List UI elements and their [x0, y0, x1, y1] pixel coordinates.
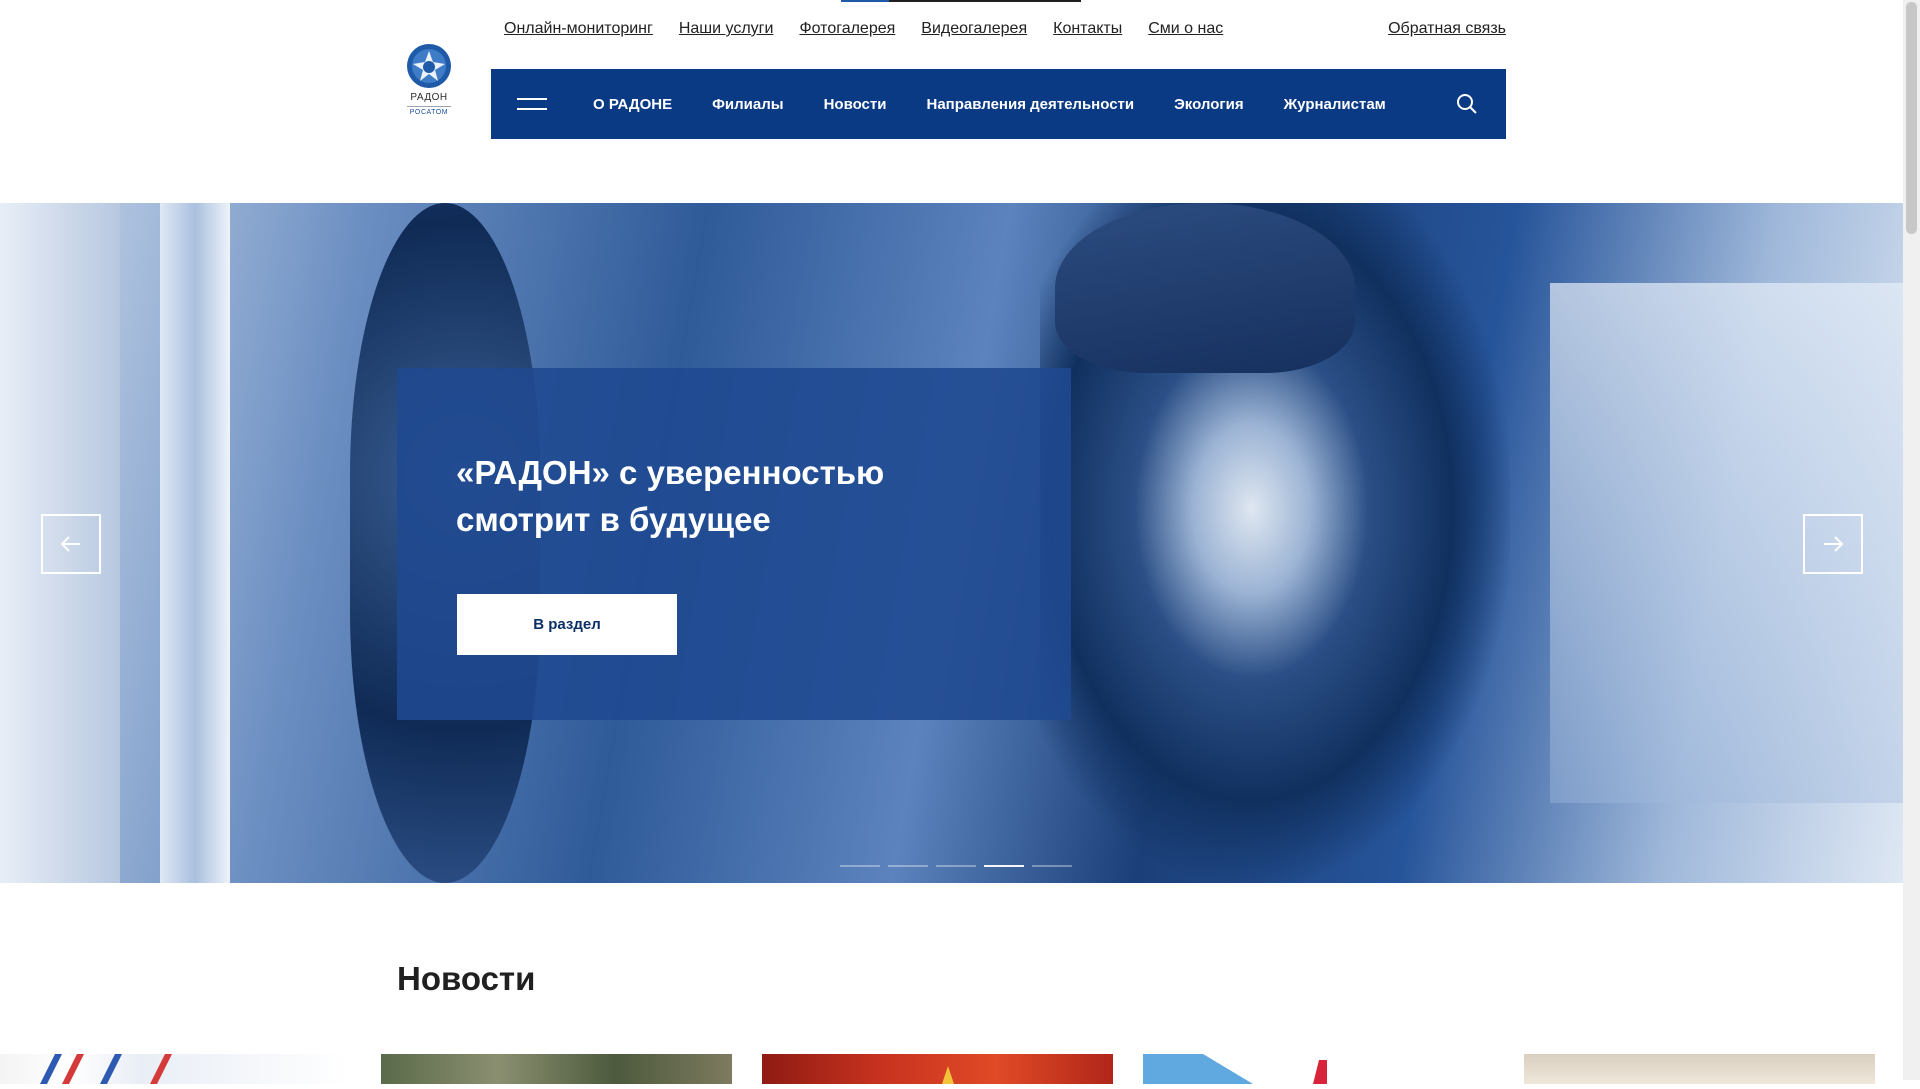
hero-image-cap — [1055, 203, 1355, 373]
slider-dot-5[interactable] — [1032, 865, 1072, 867]
logo-divider — [407, 106, 451, 107]
link-video-gallery[interactable]: Видеогалерея — [921, 20, 1027, 38]
logo-subname: РОСАТОМ — [409, 109, 449, 116]
slider-dots — [840, 865, 1072, 867]
hero-slider: «РАДОН» с уверенностью смотрит в будущее… — [0, 203, 1903, 883]
link-services[interactable]: Наши услуги — [679, 20, 774, 38]
main-nav-items: О РАДОНЕ Филиалы Новости Направления дея… — [593, 96, 1386, 113]
nav-item-branches[interactable]: Филиалы — [712, 96, 783, 113]
slider-dot-2[interactable] — [888, 865, 928, 867]
rosatom-logo-icon — [407, 44, 451, 88]
nav-item-activities[interactable]: Направления деятельности — [926, 96, 1134, 113]
nav-item-about[interactable]: О РАДОНЕ — [593, 96, 672, 113]
site-logo[interactable]: РАДОН РОСАТОМ — [402, 42, 456, 126]
burger-menu-icon[interactable] — [517, 98, 547, 110]
top-progress-accent — [841, 0, 889, 2]
hero-section-button[interactable]: В раздел — [457, 594, 677, 655]
slider-next-button[interactable] — [1803, 514, 1863, 574]
link-photo-gallery[interactable]: Фотогалерея — [799, 20, 895, 38]
news-heading: Новости — [397, 960, 536, 997]
link-feedback[interactable]: Обратная связь — [1388, 20, 1506, 38]
utility-nav: Онлайн-мониторинг Наши услуги Фотогалере… — [504, 20, 1223, 38]
page-scrollbar[interactable] — [1903, 0, 1920, 1080]
main-nav: О РАДОНЕ Филиалы Новости Направления дея… — [491, 69, 1506, 139]
slider-dot-4[interactable] — [984, 865, 1024, 867]
hero-title: «РАДОН» с уверенностью смотрит в будущее — [456, 454, 885, 538]
link-contacts[interactable]: Контакты — [1053, 20, 1122, 38]
slider-dot-1[interactable] — [840, 865, 880, 867]
logo-name: РАДОН — [410, 92, 448, 103]
slider-prev-button[interactable] — [41, 514, 101, 574]
hero-caption-box: «РАДОН» с уверенностью смотрит в будущее… — [397, 368, 1071, 720]
link-media-about-us[interactable]: Сми о нас — [1148, 20, 1223, 38]
nav-item-ecology[interactable]: Экология — [1174, 96, 1244, 113]
arrow-left-icon — [60, 536, 80, 552]
scrollbar-thumb[interactable] — [1906, 2, 1917, 234]
nav-item-news[interactable]: Новости — [824, 96, 887, 113]
slider-dot-3[interactable] — [936, 865, 976, 867]
hero-image-pipe — [160, 203, 230, 883]
nav-item-journalists[interactable]: Журналистам — [1284, 96, 1386, 113]
arrow-right-icon — [1824, 536, 1844, 552]
link-online-monitoring[interactable]: Онлайн-мониторинг — [504, 20, 653, 38]
search-icon[interactable] — [1456, 93, 1478, 115]
